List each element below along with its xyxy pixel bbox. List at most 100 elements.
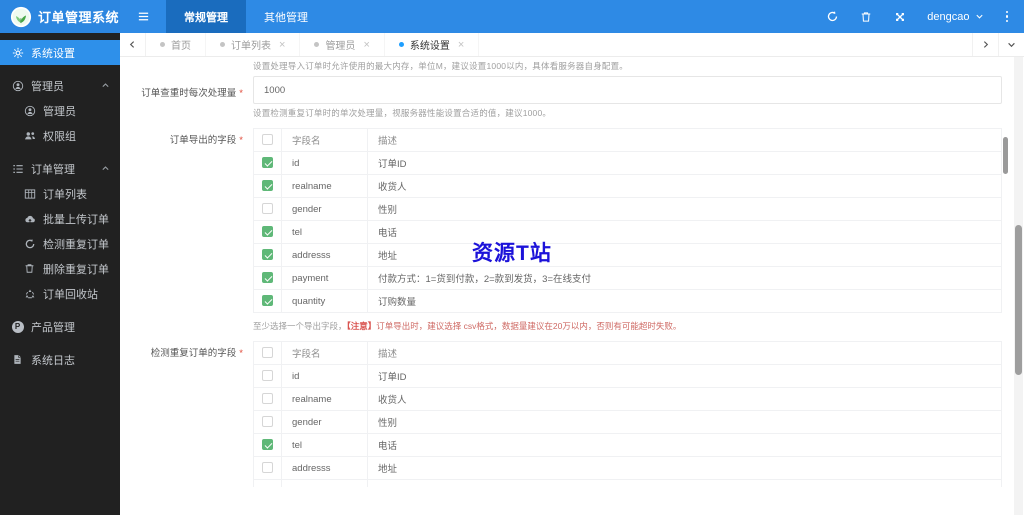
sidebar-item-label: 产品管理 (31, 321, 75, 334)
batch-size-label: 订单查重时每次处理量 * (141, 88, 243, 99)
sidebar-item-label: 系统设置 (31, 47, 75, 60)
column-header-desc: 描述 (367, 128, 1002, 152)
refresh-c-icon (23, 237, 36, 250)
table-row (253, 479, 1002, 487)
table-row: id 订单ID (253, 364, 1002, 388)
app-title: 订单管理系统 (38, 10, 120, 25)
sidebar-item-delete-duplicate-orders[interactable]: 删除重复订单 (0, 256, 120, 281)
sidebar-group-admin[interactable]: 管理员 (0, 73, 120, 98)
header-actions: dengcao (825, 0, 1024, 33)
table-row: tel 电话 (253, 433, 1002, 457)
row-checkbox[interactable] (262, 295, 273, 307)
batch-size-input[interactable] (253, 76, 1002, 104)
top-menu: 常规管理 其他管理 (166, 0, 326, 33)
sidebar-item-batch-upload-orders[interactable]: 批量上传订单 (0, 206, 120, 231)
tab-system-settings[interactable]: 系统设置 × (385, 33, 480, 56)
tab-close-icon[interactable]: × (363, 39, 369, 51)
row-checkbox[interactable] (262, 226, 273, 238)
gear-icon (11, 46, 24, 59)
more-menu-icon[interactable] (1004, 9, 1011, 25)
table-header-row: 字段名 描述 (253, 341, 1002, 365)
chevron-up-icon (101, 164, 110, 173)
row-checkbox[interactable] (262, 180, 273, 192)
chevron-up-icon (101, 81, 110, 90)
inner-scrollbar-thumb[interactable] (1003, 137, 1008, 174)
trash-icon[interactable] (859, 10, 873, 24)
logo-area: 订单管理系统 (0, 0, 120, 33)
page-scrollbar (1014, 57, 1023, 515)
row-checkbox[interactable] (262, 272, 273, 284)
tab-close-icon[interactable]: × (279, 39, 285, 51)
tab-menu-button[interactable] (998, 33, 1024, 56)
recycle-icon (23, 287, 36, 300)
sidebar-item-order-list[interactable]: 订单列表 (0, 181, 120, 206)
sidebar-item-system-logs[interactable]: 系统日志 (0, 347, 120, 372)
table-row: addresss 地址 (253, 243, 1002, 267)
tab-scroll-left-button[interactable] (120, 33, 146, 56)
batch-size-help-text: 设置检测重复订单时的单次处理量，视服务器性能设置合适的值，建议1000。 (253, 108, 552, 118)
column-header-field: 字段名 (281, 341, 368, 365)
tab-close-icon[interactable]: × (458, 39, 464, 51)
app-window: 订单管理系统 常规管理 其他管理 dengcao 系统设置 管理员 管理员 权限… (0, 0, 1024, 515)
table-row: tel 电话 (253, 220, 1002, 244)
import-memory-help-text: 设置处理导入订单时允许使用的最大内存，单位M，建议设置1000以内，具体看服务器… (253, 61, 628, 71)
table-row: realname 收货人 (253, 387, 1002, 411)
row-checkbox[interactable] (262, 157, 273, 169)
row-checkbox[interactable] (262, 249, 273, 261)
row-checkbox[interactable] (262, 370, 273, 382)
select-all-checkbox[interactable] (262, 134, 273, 146)
top-header: 订单管理系统 常规管理 其他管理 dengcao (0, 0, 1024, 33)
duplicate-fields-table: 字段名 描述 id 订单ID realname 收货人 gender 性别 te… (253, 341, 1002, 487)
tabs: 首页 订单列表 × 管理员 × 系统设置 × (146, 33, 480, 56)
top-menu-other[interactable]: 其他管理 (246, 0, 326, 33)
export-fields-table: 字段名 描述 id 订单ID realname 收货人 gender 性别 te… (253, 128, 1002, 313)
top-menu-general[interactable]: 常规管理 (166, 0, 246, 33)
sidebar-group-label: 管理员 (31, 80, 64, 93)
table-row: id 订单ID (253, 151, 1002, 175)
trash-icon (23, 262, 36, 275)
hamburger-icon (137, 10, 150, 23)
tab-admin[interactable]: 管理员 × (300, 33, 385, 56)
row-checkbox[interactable] (262, 439, 273, 451)
sidebar-group-orders[interactable]: 订单管理 (0, 156, 120, 181)
row-checkbox[interactable] (262, 462, 273, 474)
chevron-left-icon (128, 40, 137, 49)
row-checkbox[interactable] (262, 393, 273, 405)
app-logo-sprout-icon (10, 6, 32, 28)
tab-label: 管理员 (325, 41, 356, 52)
username: dengcao (927, 10, 970, 23)
table-row: gender 性别 (253, 197, 1002, 221)
sidebar-item-order-recycle-bin[interactable]: 订单回收站 (0, 281, 120, 306)
sidebar-item-product-management[interactable]: P 产品管理 (0, 314, 120, 339)
tab-home[interactable]: 首页 (146, 33, 206, 56)
tab-scroll-right-button[interactable] (972, 33, 998, 56)
sidebar-item-label: 批量上传订单 (43, 213, 109, 226)
settings-form: 设置处理导入订单时允许使用的最大内存，单位M，建议设置1000以内，具体看服务器… (120, 57, 1024, 487)
cloud-upload-icon (23, 212, 36, 225)
fullscreen-icon[interactable] (893, 10, 907, 24)
users-icon (23, 129, 36, 142)
sidebar-item-admin[interactable]: 管理员 (0, 98, 120, 123)
row-checkbox[interactable] (262, 203, 273, 215)
sidebar-item-label: 管理员 (43, 105, 76, 118)
chevron-down-icon (975, 12, 984, 21)
row-checkbox[interactable] (262, 416, 273, 428)
tab-order-list[interactable]: 订单列表 × (206, 33, 301, 56)
sidebar-item-detect-duplicate-orders[interactable]: 检测重复订单 (0, 231, 120, 256)
refresh-icon[interactable] (825, 10, 839, 24)
page-scrollbar-thumb[interactable] (1015, 225, 1022, 375)
user-menu[interactable]: dengcao (927, 11, 983, 23)
sidebar-item-system-settings[interactable]: 系统设置 (0, 40, 120, 65)
sidebar: 系统设置 管理员 管理员 权限组 订单管理 订单列表 批量上传订单 检测重复订单… (0, 33, 120, 515)
sidebar-item-label: 权限组 (43, 130, 76, 143)
collapse-sidebar-button[interactable] (120, 0, 166, 33)
table-row: gender 性别 (253, 410, 1002, 434)
column-header-desc: 描述 (367, 341, 1002, 365)
product-p-icon: P (11, 320, 24, 333)
sidebar-item-permission-groups[interactable]: 权限组 (0, 123, 120, 148)
table-row: payment 付款方式：1=货到付款，2=款到发货，3=在线支付 (253, 266, 1002, 290)
export-fields-label: 订单导出的字段 * (169, 135, 243, 146)
tab-bar: 首页 订单列表 × 管理员 × 系统设置 × (120, 33, 1024, 57)
select-all-checkbox[interactable] (262, 347, 273, 359)
export-fields-row: 订单导出的字段 * 字段名 描述 id 订单ID realname 收货人 ge… (120, 123, 1024, 313)
